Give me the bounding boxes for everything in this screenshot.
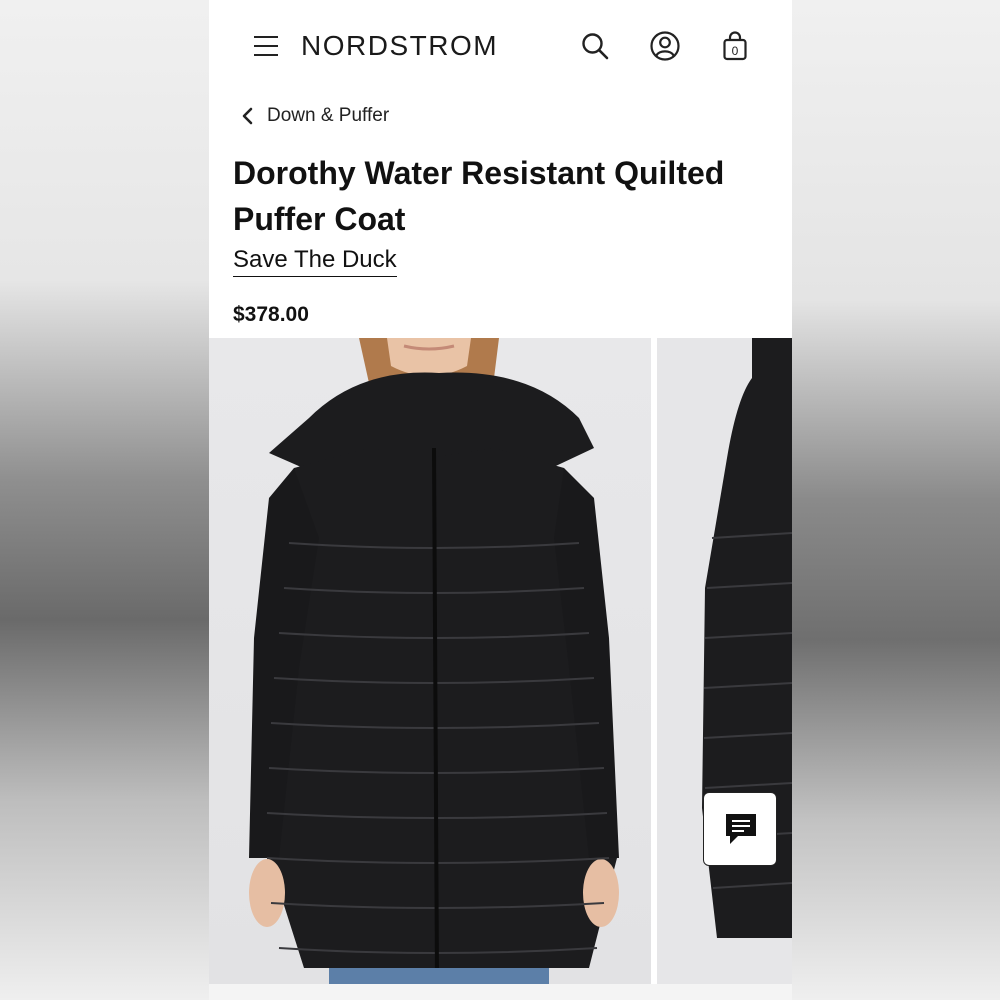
- product-image-gallery[interactable]: [209, 338, 792, 984]
- hamburger-menu-icon[interactable]: [254, 34, 280, 58]
- chat-icon: [726, 814, 756, 844]
- bottom-edge: [209, 984, 792, 1000]
- bag-count: 0: [732, 44, 739, 58]
- shopping-bag-icon[interactable]: 0: [719, 30, 751, 62]
- top-nav-bar: NORDSTROM 0: [209, 0, 792, 92]
- account-icon[interactable]: [649, 30, 681, 62]
- front-view-photo[interactable]: [209, 338, 651, 984]
- nordstrom-logo[interactable]: NORDSTROM: [301, 30, 498, 62]
- chevron-left-icon: [242, 107, 253, 125]
- brand-link[interactable]: Save The Duck: [233, 246, 397, 277]
- breadcrumb-label[interactable]: Down & Puffer: [267, 105, 389, 127]
- background-blur-right: [792, 0, 1000, 1000]
- product-price: $378.00: [233, 303, 309, 326]
- background-blur-left: [0, 0, 209, 1000]
- product-title: Dorothy Water Resistant Quilted Puffer C…: [233, 155, 725, 237]
- chat-button[interactable]: [703, 792, 777, 866]
- side-view-photo[interactable]: [657, 338, 792, 984]
- search-icon[interactable]: [579, 30, 611, 62]
- mobile-page: NORDSTROM 0 Down & Puffer Dorothy Water …: [209, 0, 792, 1000]
